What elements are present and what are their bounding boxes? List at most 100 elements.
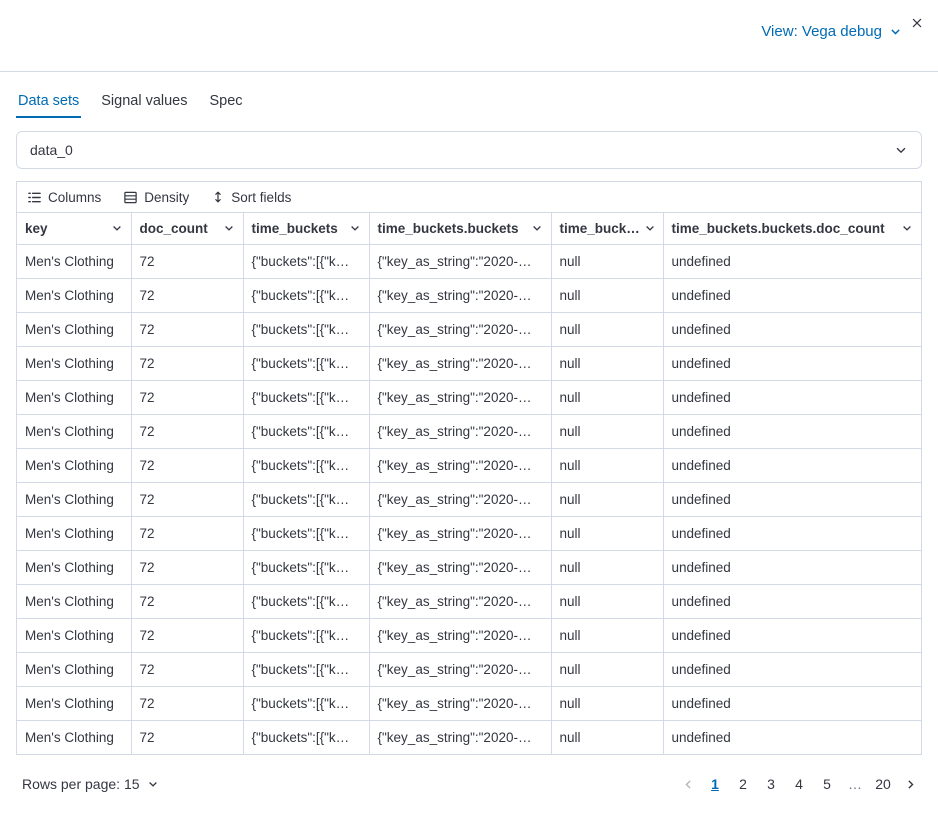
table-cell[interactable]: Men's Clothing (17, 346, 131, 380)
table-cell[interactable]: {"key_as_string":"2020-… (369, 686, 551, 720)
table-cell[interactable]: {"key_as_string":"2020-… (369, 720, 551, 754)
column-header-doc-count[interactable]: doc_count (131, 213, 243, 244)
table-cell[interactable]: {"key_as_string":"2020-… (369, 584, 551, 618)
tab-signal-values[interactable]: Signal values (99, 84, 189, 118)
table-cell[interactable]: 72 (131, 550, 243, 584)
tab-data-sets[interactable]: Data sets (16, 84, 81, 118)
table-cell[interactable]: Men's Clothing (17, 482, 131, 516)
table-cell[interactable]: Men's Clothing (17, 448, 131, 482)
columns-button[interactable]: Columns (27, 190, 101, 205)
table-cell[interactable]: {"key_as_string":"2020-… (369, 448, 551, 482)
table-cell[interactable]: 72 (131, 652, 243, 686)
table-cell[interactable]: 72 (131, 584, 243, 618)
sort-fields-button[interactable]: Sort fields (211, 190, 291, 205)
table-cell[interactable]: {"key_as_string":"2020-… (369, 618, 551, 652)
table-cell[interactable]: null (551, 550, 663, 584)
table-cell[interactable]: Men's Clothing (17, 312, 131, 346)
density-button[interactable]: Density (123, 190, 189, 205)
table-cell[interactable]: undefined (663, 550, 921, 584)
table-cell[interactable]: Men's Clothing (17, 686, 131, 720)
table-cell[interactable]: Men's Clothing (17, 550, 131, 584)
table-cell[interactable]: null (551, 380, 663, 414)
table-cell[interactable]: {"buckets":[{"k… (243, 720, 369, 754)
table-cell[interactable]: undefined (663, 414, 921, 448)
table-cell[interactable]: Men's Clothing (17, 380, 131, 414)
table-cell[interactable]: undefined (663, 652, 921, 686)
table-cell[interactable]: {"key_as_string":"2020-… (369, 244, 551, 278)
table-cell[interactable]: 72 (131, 618, 243, 652)
pagination-page-3[interactable]: 3 (758, 771, 784, 797)
table-cell[interactable]: 72 (131, 278, 243, 312)
column-header-time-buck-truncated[interactable]: time_buck… (551, 213, 663, 244)
table-cell[interactable]: {"buckets":[{"k… (243, 414, 369, 448)
table-cell[interactable]: undefined (663, 618, 921, 652)
table-cell[interactable]: 72 (131, 720, 243, 754)
table-cell[interactable]: 72 (131, 414, 243, 448)
table-cell[interactable]: null (551, 312, 663, 346)
table-cell[interactable]: {"buckets":[{"k… (243, 516, 369, 550)
table-cell[interactable]: undefined (663, 346, 921, 380)
table-cell[interactable]: {"key_as_string":"2020-… (369, 482, 551, 516)
table-cell[interactable]: undefined (663, 312, 921, 346)
table-cell[interactable]: null (551, 686, 663, 720)
column-header-time-buckets-buckets[interactable]: time_buckets.buckets (369, 213, 551, 244)
table-cell[interactable]: {"key_as_string":"2020-… (369, 312, 551, 346)
table-cell[interactable]: 72 (131, 346, 243, 380)
next-page-button[interactable] (898, 772, 922, 796)
table-cell[interactable]: Men's Clothing (17, 414, 131, 448)
view-selector[interactable]: View: Vega debug (761, 23, 902, 40)
table-cell[interactable]: {"buckets":[{"k… (243, 482, 369, 516)
table-cell[interactable]: {"key_as_string":"2020-… (369, 652, 551, 686)
table-cell[interactable]: {"buckets":[{"k… (243, 312, 369, 346)
table-cell[interactable]: 72 (131, 380, 243, 414)
table-cell[interactable]: Men's Clothing (17, 652, 131, 686)
table-cell[interactable]: {"buckets":[{"k… (243, 448, 369, 482)
table-cell[interactable]: undefined (663, 686, 921, 720)
table-cell[interactable]: null (551, 448, 663, 482)
table-cell[interactable]: {"buckets":[{"k… (243, 550, 369, 584)
pagination-page-20[interactable]: 20 (870, 771, 896, 797)
table-cell[interactable]: Men's Clothing (17, 584, 131, 618)
column-header-time-buckets-buckets-doc-count[interactable]: time_buckets.buckets.doc_count (663, 213, 921, 244)
table-cell[interactable]: null (551, 414, 663, 448)
table-cell[interactable]: {"buckets":[{"k… (243, 652, 369, 686)
table-cell[interactable]: {"key_as_string":"2020-… (369, 550, 551, 584)
table-cell[interactable]: Men's Clothing (17, 618, 131, 652)
table-cell[interactable]: undefined (663, 482, 921, 516)
table-cell[interactable]: {"buckets":[{"k… (243, 244, 369, 278)
table-cell[interactable]: 72 (131, 482, 243, 516)
pagination-page-4[interactable]: 4 (786, 771, 812, 797)
table-cell[interactable]: undefined (663, 516, 921, 550)
table-cell[interactable]: undefined (663, 244, 921, 278)
table-cell[interactable]: Men's Clothing (17, 244, 131, 278)
table-cell[interactable]: {"key_as_string":"2020-… (369, 380, 551, 414)
table-cell[interactable]: null (551, 278, 663, 312)
table-cell[interactable]: {"buckets":[{"k… (243, 380, 369, 414)
pagination-page-5[interactable]: 5 (814, 771, 840, 797)
table-cell[interactable]: {"key_as_string":"2020-… (369, 516, 551, 550)
table-cell[interactable]: undefined (663, 278, 921, 312)
table-cell[interactable]: 72 (131, 244, 243, 278)
table-cell[interactable]: undefined (663, 380, 921, 414)
table-cell[interactable]: null (551, 244, 663, 278)
table-cell[interactable]: {"buckets":[{"k… (243, 686, 369, 720)
table-cell[interactable]: {"key_as_string":"2020-… (369, 278, 551, 312)
table-cell[interactable]: null (551, 618, 663, 652)
tab-spec[interactable]: Spec (208, 84, 245, 118)
table-cell[interactable]: Men's Clothing (17, 516, 131, 550)
table-cell[interactable]: null (551, 516, 663, 550)
table-cell[interactable]: undefined (663, 720, 921, 754)
table-cell[interactable]: {"key_as_string":"2020-… (369, 414, 551, 448)
table-cell[interactable]: undefined (663, 584, 921, 618)
table-cell[interactable]: null (551, 482, 663, 516)
table-cell[interactable]: 72 (131, 312, 243, 346)
table-cell[interactable]: {"key_as_string":"2020-… (369, 346, 551, 380)
table-cell[interactable]: null (551, 346, 663, 380)
table-cell[interactable]: Men's Clothing (17, 278, 131, 312)
dataset-select[interactable]: data_0 (16, 131, 922, 169)
table-cell[interactable]: {"buckets":[{"k… (243, 584, 369, 618)
table-cell[interactable]: Men's Clothing (17, 720, 131, 754)
column-header-key[interactable]: key (17, 213, 131, 244)
table-cell[interactable]: 72 (131, 516, 243, 550)
table-cell[interactable]: 72 (131, 448, 243, 482)
